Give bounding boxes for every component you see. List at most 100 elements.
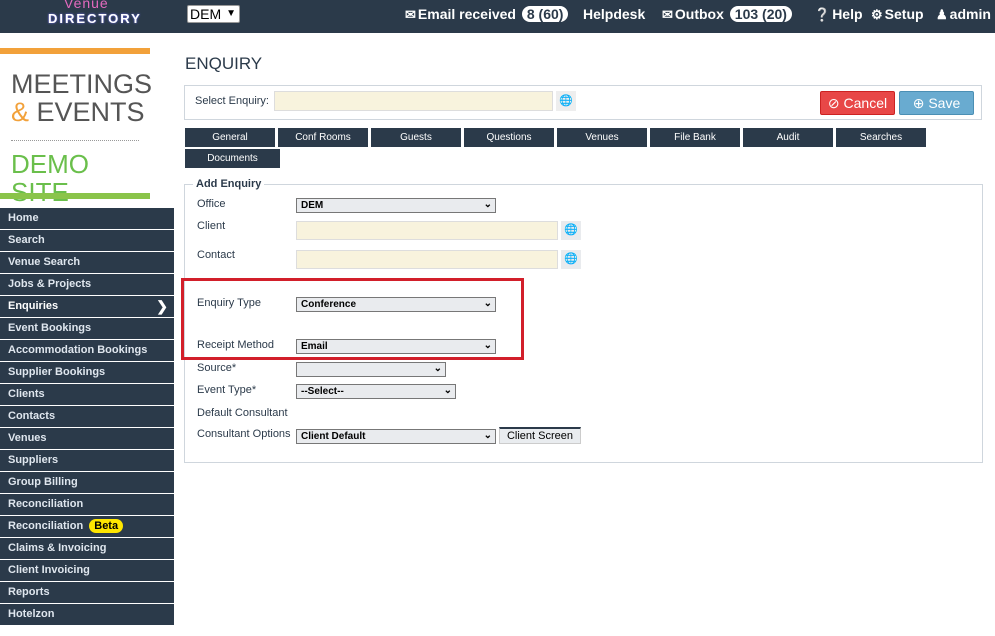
highlight-box (181, 278, 524, 360)
office-switcher-select[interactable]: DEM ▼ (187, 5, 240, 23)
save-button[interactable]: ⊕ Save (899, 91, 974, 115)
sidebar-item-clients[interactable]: Clients (0, 384, 174, 405)
setup-link[interactable]: ⚙ Setup (871, 5, 924, 24)
tab-conf-rooms[interactable]: Conf Rooms (278, 128, 368, 147)
sidebar-item-reconciliation-beta[interactable]: Reconciliation Beta (0, 516, 174, 537)
event-type-label: Event Type* (197, 384, 257, 396)
help-link[interactable]: ❔ Help (814, 5, 863, 24)
contact-label: Contact (197, 249, 235, 261)
contact-input[interactable] (296, 250, 558, 269)
envelope-icon: ✉ (405, 7, 416, 22)
sidebar-item-reconciliation[interactable]: Reconciliation (0, 494, 174, 515)
chevron-down-icon: ⌄ (433, 363, 442, 374)
sidebar-item-venues[interactable]: Venues (0, 428, 174, 449)
envelope-icon: ✉ (662, 7, 673, 22)
brand-bar-orange (0, 48, 150, 54)
logo-line2: DIRECTORY (48, 11, 142, 26)
save-label: Save (928, 95, 961, 111)
cancel-label: Cancel (843, 95, 888, 111)
tab-questions[interactable]: Questions (464, 128, 554, 147)
select-enquiry-label: Select Enquiry: (195, 95, 269, 107)
office-select-value: DEM (301, 200, 324, 211)
sidebar-item-label: Enquiries (8, 300, 59, 312)
logo-line1: Venue (64, 0, 109, 11)
question-circle-icon: ❔ (814, 7, 831, 22)
client-input[interactable] (296, 221, 558, 240)
source-select[interactable]: ⌄ (296, 362, 446, 377)
sidebar-item-supplier-bookings[interactable]: Supplier Bookings (0, 362, 174, 383)
tab-file-bank[interactable]: File Bank (650, 128, 740, 147)
sidebar-item-group-billing[interactable]: Group Billing (0, 472, 174, 493)
top-bar: Venue DIRECTORY DEM ▼ ✉ Email received 8 … (0, 0, 995, 33)
sidebar-item-suppliers[interactable]: Suppliers (0, 450, 174, 471)
brand-events-line: & EVENTS (11, 98, 145, 126)
sidebar-item-contacts[interactable]: Contacts (0, 406, 174, 427)
outbox-badge: 103 (20) (729, 6, 792, 22)
user-icon: ♟ (936, 7, 948, 22)
sidebar-item-event-bookings[interactable]: Event Bookings (0, 318, 174, 339)
office-label: Office (197, 198, 226, 210)
select-enquiry-panel: Select Enquiry: 🌐 ⊘ Cancel ⊕ Save (184, 85, 982, 120)
sidebar-item-reports[interactable]: Reports (0, 582, 174, 603)
sidebar-nav: Home Search Venue Search Jobs & Projects… (0, 208, 174, 626)
setup-label: Setup (884, 6, 924, 22)
page-title: ENQUIRY (185, 54, 263, 73)
consultant-options-select[interactable]: Client Default ⌄ (296, 429, 496, 444)
email-received-label: Email received (417, 6, 516, 22)
brand-divider (11, 140, 139, 141)
source-label: Source* (197, 362, 237, 374)
tab-searches[interactable]: Searches (836, 128, 926, 147)
tab-audit[interactable]: Audit (743, 128, 833, 147)
client-screen-button[interactable]: Client Screen (499, 427, 581, 444)
tab-venues[interactable]: Venues (557, 128, 647, 147)
email-received-link[interactable]: ✉ Email received 8 (60) (405, 5, 569, 24)
sidebar-item-claims-invoicing[interactable]: Claims & Invoicing (0, 538, 174, 559)
tab-documents[interactable]: Documents (185, 149, 280, 168)
office-switcher-value: DEM (190, 6, 222, 22)
brand-bar-green (0, 193, 150, 199)
brand-meetings: MEETINGS (11, 69, 153, 99)
sidebar-item-search[interactable]: Search (0, 230, 174, 251)
help-label: Help (832, 6, 863, 22)
cancel-circle-icon: ⊘ (827, 95, 840, 111)
cancel-button[interactable]: ⊘ Cancel (820, 91, 895, 115)
office-select[interactable]: DEM ⌄ (296, 198, 496, 213)
client-label: Client (197, 220, 226, 232)
gear-icon: ⚙ (871, 7, 883, 22)
default-consultant-label: Default Consultant (197, 407, 288, 419)
brand-block: MEETINGS & EVENTS DEMO SITE (0, 48, 153, 206)
sidebar-item-hotelzon[interactable]: Hotelzon (0, 604, 174, 625)
sidebar-item-label: Reconciliation (8, 520, 84, 532)
user-menu[interactable]: ♟ admin (936, 5, 991, 24)
chevron-down-icon: ⌄ (483, 430, 492, 441)
event-type-select[interactable]: --Select-- ⌄ (296, 384, 456, 399)
sidebar-item-jobs-projects[interactable]: Jobs & Projects (0, 274, 174, 295)
globe-icon[interactable]: 🌐 (561, 250, 581, 269)
globe-icon[interactable]: 🌐 (561, 221, 581, 240)
venue-directory-logo[interactable]: Venue DIRECTORY (46, 0, 140, 28)
chevron-down-icon: ⌄ (483, 199, 492, 210)
consultant-options-label: Consultant Options (197, 428, 291, 440)
chevron-right-icon: ❯ (156, 298, 168, 314)
tab-guests[interactable]: Guests (371, 128, 461, 147)
user-name: admin (949, 6, 991, 22)
brand-events: EVENTS (36, 97, 145, 127)
add-enquiry-legend: Add Enquiry (193, 178, 265, 190)
globe-icon[interactable]: 🌐 (556, 91, 576, 111)
outbox-label: Outbox (674, 6, 724, 22)
sidebar-item-home[interactable]: Home (0, 208, 174, 229)
select-enquiry-input[interactable] (274, 91, 553, 111)
consultant-options-value: Client Default (301, 431, 366, 442)
helpdesk-link[interactable]: Helpdesk (583, 5, 645, 23)
sidebar-item-enquiries[interactable]: Enquiries ❯ (0, 296, 174, 317)
sidebar-item-venue-search[interactable]: Venue Search (0, 252, 174, 273)
brand-ampersand: & (11, 97, 30, 127)
sidebar-item-client-invoicing[interactable]: Client Invoicing (0, 560, 174, 581)
chevron-down-icon: ▼ (226, 8, 236, 19)
tab-general[interactable]: General (185, 128, 275, 147)
email-received-badge: 8 (60) (521, 6, 569, 22)
event-type-value: --Select-- (301, 386, 344, 397)
chevron-down-icon: ⌄ (443, 385, 452, 396)
outbox-link[interactable]: ✉ Outbox 103 (20) (662, 5, 792, 24)
sidebar-item-accommodation-bookings[interactable]: Accommodation Bookings (0, 340, 174, 361)
